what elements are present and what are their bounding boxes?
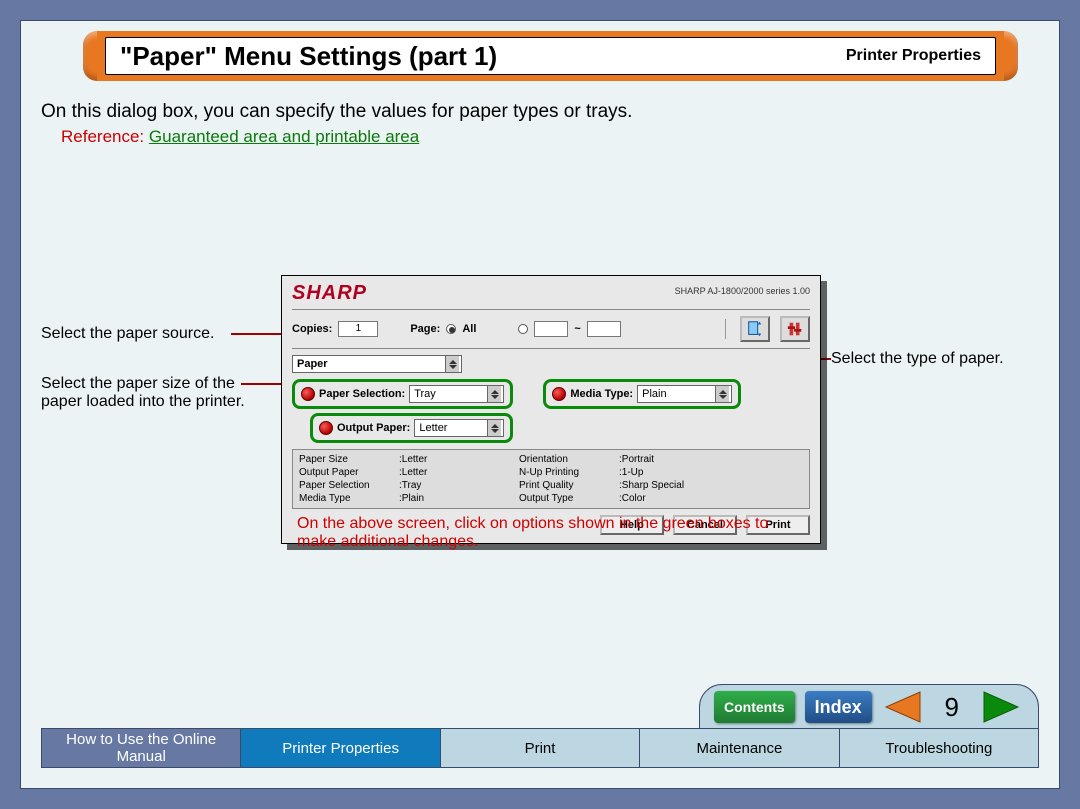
callout-media-type: Select the type of paper.	[831, 350, 1041, 368]
tab-manual[interactable]: How to Use the Online Manual	[41, 728, 241, 768]
status-v: :Letter	[399, 467, 519, 478]
dot-icon	[319, 421, 333, 435]
copies-label: Copies:	[292, 323, 332, 335]
dialog-panel: Paper Paper Selection: Tray	[292, 348, 810, 535]
content-panel: "Paper" Menu Settings (part 1) Printer P…	[20, 20, 1060, 789]
intro-text: On this dialog box, you can specify the …	[41, 101, 1039, 123]
title-bar: "Paper" Menu Settings (part 1) Printer P…	[83, 31, 1018, 81]
tab-dropdown-value: Paper	[297, 358, 328, 370]
prev-arrow-icon[interactable]	[882, 690, 922, 724]
preview-button[interactable]	[740, 316, 770, 342]
content-area: On this dialog box, you can specify the …	[41, 95, 1039, 698]
status-k: Output Paper	[299, 467, 399, 478]
next-arrow-icon[interactable]	[982, 690, 1022, 724]
status-v: :Sharp Special	[619, 480, 739, 491]
tab-printer-properties[interactable]: Printer Properties	[241, 728, 440, 768]
status-v: :Letter	[399, 454, 519, 465]
preview-icon	[746, 320, 764, 338]
reference-link[interactable]: Guaranteed area and printable area	[149, 127, 419, 146]
status-v: :Plain	[399, 493, 519, 504]
separator	[725, 319, 726, 339]
output-paper-value: Letter	[419, 422, 447, 434]
dot-icon	[552, 387, 566, 401]
print-dialog: SHARP SHARP AJ-1800/2000 series 1.00 Cop…	[281, 275, 821, 544]
status-k: Output Type	[519, 493, 619, 504]
dot-icon	[301, 387, 315, 401]
radio-all[interactable]	[446, 324, 456, 334]
bottom-tabs: How to Use the Online Manual Printer Pro…	[41, 728, 1039, 768]
paper-selection-value: Tray	[414, 388, 436, 400]
chevron-updown-icon	[487, 420, 501, 436]
page-label: Page:	[410, 323, 440, 335]
output-paper-dropdown[interactable]: Letter	[414, 419, 504, 437]
media-type-value: Plain	[642, 388, 666, 400]
divider	[292, 309, 810, 310]
contents-button[interactable]: Contents	[714, 691, 795, 723]
paper-selection-dropdown[interactable]: Tray	[409, 385, 504, 403]
reference-line: Reference: Guaranteed area and printable…	[61, 127, 1039, 147]
range-to[interactable]	[587, 321, 621, 337]
chevron-updown-icon	[487, 386, 501, 402]
page-root: "Paper" Menu Settings (part 1) Printer P…	[0, 0, 1080, 809]
chevron-updown-icon	[445, 356, 459, 372]
status-v: :Tray	[399, 480, 519, 491]
status-k: Media Type	[299, 493, 399, 504]
tab-print[interactable]: Print	[441, 728, 640, 768]
hint-text: On the above screen, click on options sh…	[297, 515, 777, 551]
title-center: "Paper" Menu Settings (part 1) Printer P…	[105, 37, 996, 75]
radio-range[interactable]	[518, 324, 528, 334]
pager-bar: Contents Index 9	[699, 684, 1039, 730]
media-type-label: Media Type:	[570, 388, 633, 400]
status-grid: Paper Size :Letter Orientation :Portrait…	[292, 449, 810, 509]
dialog-wrap: SHARP SHARP AJ-1800/2000 series 1.00 Cop…	[281, 275, 821, 544]
output-paper-box[interactable]: Output Paper: Letter	[310, 413, 513, 443]
paper-selection-box[interactable]: Paper Selection: Tray	[292, 379, 513, 409]
page-title: "Paper" Menu Settings (part 1)	[120, 41, 497, 72]
chevron-updown-icon	[715, 386, 729, 402]
media-type-box[interactable]: Media Type: Plain	[543, 379, 741, 409]
range-sep: ~	[574, 323, 580, 335]
status-v: :Portrait	[619, 454, 739, 465]
callout-paper-source: Select the paper source.	[41, 325, 241, 343]
model-text: SHARP AJ-1800/2000 series 1.00	[675, 286, 810, 296]
status-k: N-Up Printing	[519, 467, 619, 478]
paper-selection-label: Paper Selection:	[319, 388, 405, 400]
range-from[interactable]	[534, 321, 568, 337]
tools-icon	[786, 320, 804, 338]
bottom-nav: Contents Index 9 How to Use the Online M…	[21, 680, 1059, 788]
tab-maintenance[interactable]: Maintenance	[640, 728, 839, 768]
status-k: Paper Size	[299, 454, 399, 465]
page-number: 9	[932, 692, 972, 723]
page-all-label: All	[462, 323, 476, 335]
reference-label: Reference:	[61, 127, 144, 146]
tab-manual-label: How to Use the Online Manual	[42, 731, 240, 765]
tab-troubleshooting[interactable]: Troubleshooting	[840, 728, 1039, 768]
status-k: Orientation	[519, 454, 619, 465]
callout-paper-size: Select the paper size of the paper loade…	[41, 375, 251, 411]
status-v: :1-Up	[619, 467, 739, 478]
brand-logo: SHARP	[292, 282, 367, 305]
status-k: Print Quality	[519, 480, 619, 491]
copies-input[interactable]: 1	[338, 321, 378, 337]
status-k: Paper Selection	[299, 480, 399, 491]
page-subtitle: Printer Properties	[846, 47, 981, 65]
tools-button[interactable]	[780, 316, 810, 342]
index-button[interactable]: Index	[805, 691, 872, 723]
status-v: :Color	[619, 493, 739, 504]
dialog-top-row: Copies: 1 Page: All ~	[292, 316, 810, 342]
tab-dropdown[interactable]: Paper	[292, 355, 462, 373]
output-paper-label: Output Paper:	[337, 422, 410, 434]
media-type-dropdown[interactable]: Plain	[637, 385, 732, 403]
